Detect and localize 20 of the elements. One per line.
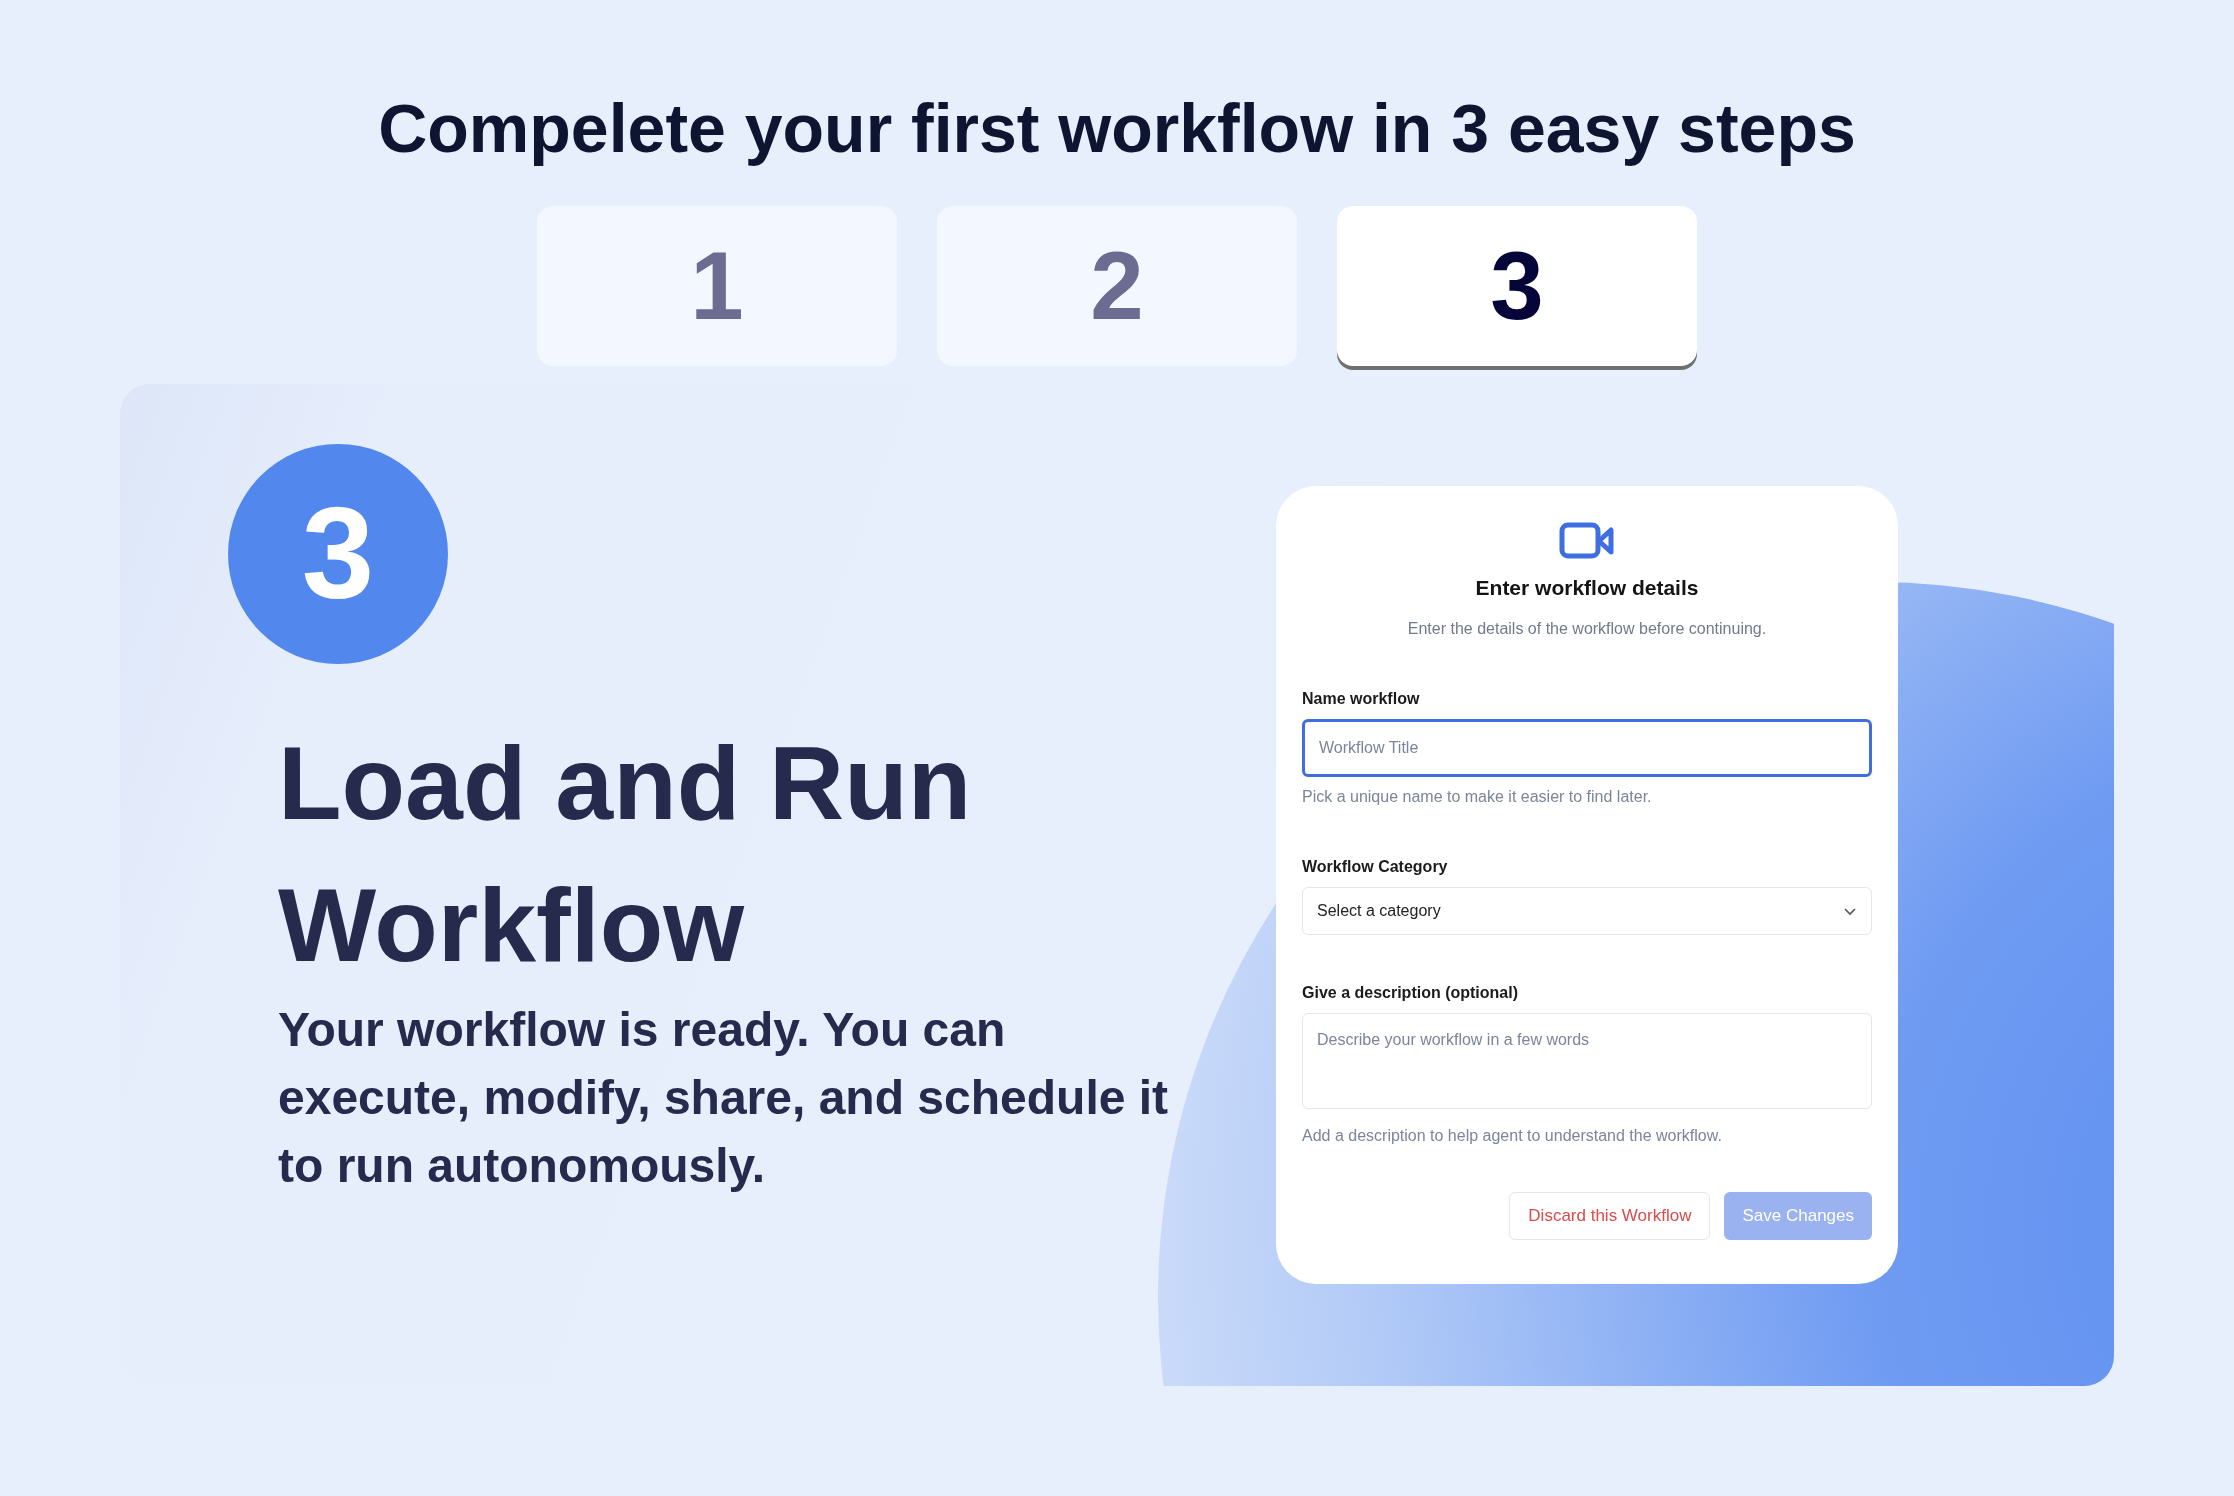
step-tab[interactable]: 1 xyxy=(537,205,897,366)
field-label: Workflow Category xyxy=(1302,857,1449,878)
category-dropdown[interactable]: Select a category xyxy=(1302,887,1872,936)
field-label: Give a description (optional) xyxy=(1302,983,1520,1004)
field-help-text: Pick a unique name to make it easier to find later. xyxy=(1302,787,1653,808)
step-description: Your workflow is ready. You can execute, modify, share, and schedule it to run autonomously. xyxy=(278,1001,1170,1194)
form-subtitle: Enter the details of the workflow before continuing. xyxy=(1406,619,1768,640)
discard-button[interactable]: Discard this Workflow xyxy=(1509,1192,1711,1241)
text-input-field[interactable]: Workflow Title xyxy=(1302,719,1872,778)
description-field[interactable]: Describe your workflow in a few words xyxy=(1302,1013,1872,1110)
field-help-text: Add a description to help agent to understand the workflow. xyxy=(1302,1126,1723,1147)
step-number-badge: 3 xyxy=(228,443,448,664)
chevron-down-icon xyxy=(1843,906,1857,916)
step-tab[interactable]: 2 xyxy=(937,205,1297,366)
video-camera-icon xyxy=(1559,521,1615,560)
form-title: Enter workflow details xyxy=(1474,574,1700,601)
field-label: Name workflow xyxy=(1302,689,1421,710)
page-heading: Compelete your first workflow in 3 easy steps xyxy=(377,89,1857,168)
step-title: Load and Run Workflow xyxy=(278,723,973,985)
dropdown-value: Select a category xyxy=(1317,901,1441,922)
